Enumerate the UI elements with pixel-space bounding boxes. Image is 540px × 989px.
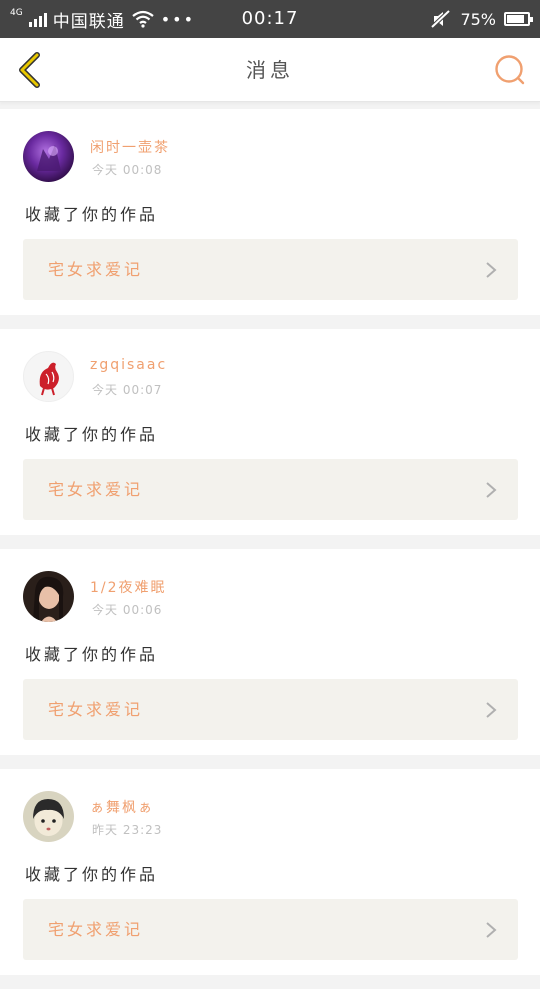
work-link[interactable]: 宅女求爱记 [23,899,518,960]
battery-fill [507,15,524,23]
status-bar: 4G 中国联通 ••• 00:17 75% [0,0,540,38]
avatar[interactable] [23,351,74,402]
search-icon[interactable] [492,52,528,88]
work-title: 宅女求爱记 [48,480,144,499]
message-text: 收藏了你的作品 [25,865,159,884]
status-right: 75% [430,0,533,38]
chevron-right-icon [486,482,497,498]
work-link[interactable]: 宅女求爱记 [23,459,518,520]
nav-bar: 消息 [0,38,540,102]
page-title: 消息 [246,58,294,82]
message-card: 1/2夜难眠 今天 00:06 收藏了你的作品 宅女求爱记 [0,549,540,755]
work-title: 宅女求爱记 [48,700,144,719]
chevron-left-icon[interactable] [12,50,52,90]
username[interactable]: zgqisaac [90,357,167,373]
network-type: 4G [10,8,23,18]
message-time: 今天 00:07 [92,383,163,397]
avatar[interactable] [23,571,74,622]
message-card: zgqisaac 今天 00:07 收藏了你的作品 宅女求爱记 [0,329,540,535]
message-card: ぁ舞枫ぁ 昨天 23:23 收藏了你的作品 宅女求爱记 [0,769,540,975]
message-text: 收藏了你的作品 [25,425,159,444]
avatar[interactable] [23,791,74,842]
wifi-icon [132,10,154,28]
battery-percent: 75% [460,9,496,29]
username[interactable]: 1/2夜难眠 [90,577,167,597]
chevron-right-icon [486,922,497,938]
message-text: 收藏了你的作品 [25,645,159,664]
message-list: 闲时一壶茶 今天 00:08 收藏了你的作品 宅女求爱记 zgqisaac 今天… [0,109,540,989]
message-card: 闲时一壶茶 今天 00:08 收藏了你的作品 宅女求爱记 [0,109,540,315]
avatar[interactable] [23,131,74,182]
username[interactable]: ぁ舞枫ぁ [90,797,154,817]
mute-icon [431,9,451,29]
battery-icon [504,12,533,26]
work-title: 宅女求爱记 [48,260,144,279]
status-left: 4G 中国联通 ••• [10,0,195,38]
message-time: 今天 00:06 [92,603,163,617]
work-link[interactable]: 宅女求爱记 [23,239,518,300]
chevron-right-icon [486,262,497,278]
chevron-right-icon [486,702,497,718]
message-time: 今天 00:08 [92,163,163,177]
username[interactable]: 闲时一壶茶 [90,137,170,157]
carrier-name: 中国联通 [52,11,125,32]
work-link[interactable]: 宅女求爱记 [23,679,518,740]
message-time: 昨天 23:23 [92,823,163,837]
message-text: 收藏了你的作品 [25,205,159,224]
more-dots: ••• [160,9,196,29]
work-title: 宅女求爱记 [48,920,144,939]
signal-icon [28,11,47,27]
